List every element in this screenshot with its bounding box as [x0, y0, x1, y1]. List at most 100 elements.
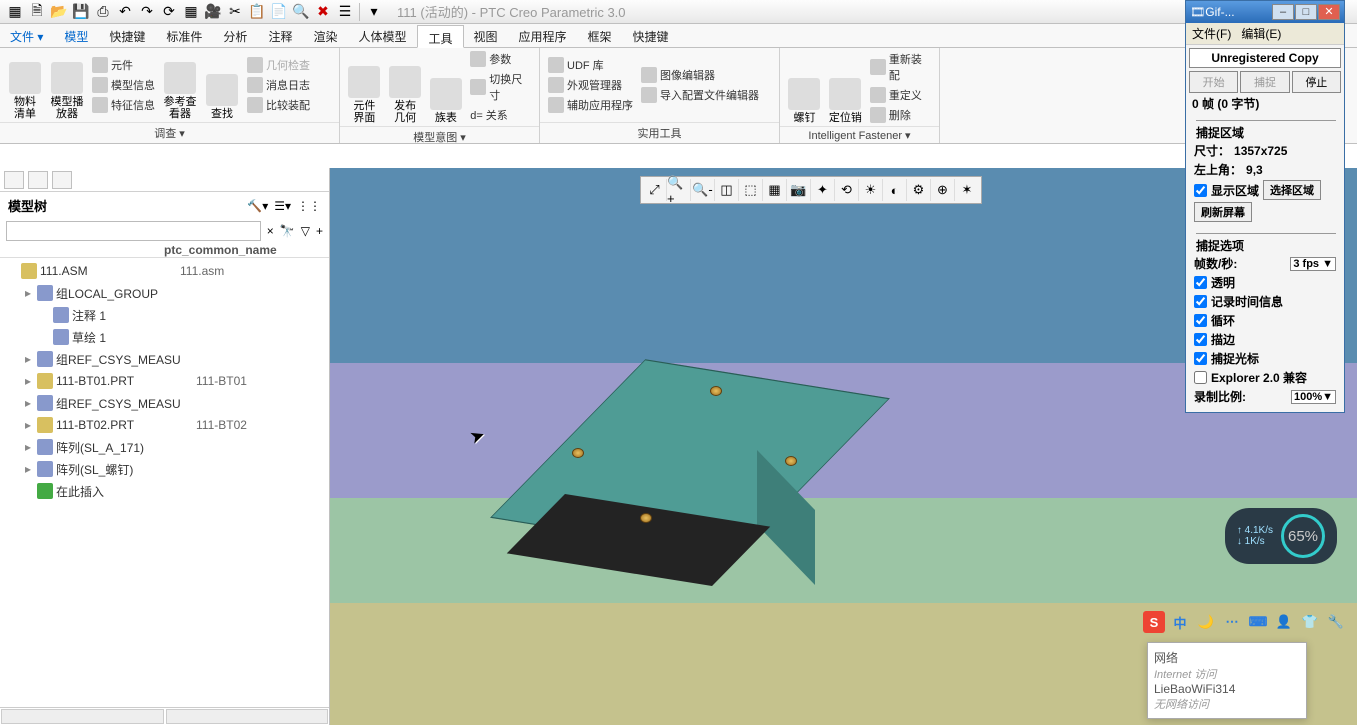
msg-log-button[interactable]: 消息日志: [245, 76, 312, 94]
tree-row[interactable]: 111.ASM111.asm: [0, 260, 329, 282]
ratio-select[interactable]: 100%▼: [1291, 390, 1336, 404]
scrollbar[interactable]: [0, 707, 329, 725]
qat-btn[interactable]: ✖: [313, 2, 333, 22]
tree-row[interactable]: ▸111-BT01.PRT111-BT01: [0, 370, 329, 392]
view-tool-button[interactable]: 🔍-: [691, 179, 715, 201]
refresh-button[interactable]: 刷新屏幕: [1194, 202, 1252, 222]
loop-checkbox[interactable]: [1194, 314, 1207, 327]
tab-模型[interactable]: 模型: [54, 24, 99, 47]
tool-icon[interactable]: ⋮⋮: [297, 199, 321, 213]
gif-titlebar[interactable]: 🎞 Gif-... – □ ✕: [1186, 1, 1344, 23]
ime-button[interactable]: ⋯: [1221, 611, 1243, 633]
qat-btn[interactable]: ⟳: [159, 2, 179, 22]
udf-lib-button[interactable]: UDF 库: [546, 56, 635, 74]
tree-row[interactable]: ▸组REF_CSYS_MEASU: [0, 392, 329, 414]
qat-btn[interactable]: 🗎: [27, 2, 47, 22]
view-tool-button[interactable]: ⟲: [835, 179, 859, 201]
capture-button[interactable]: 捕捉: [1240, 71, 1289, 93]
ribbon-group-label[interactable]: Intelligent Fastener ▾: [780, 126, 939, 144]
tab-框架[interactable]: 框架: [578, 24, 623, 47]
redefine-button[interactable]: 重定义: [868, 86, 933, 104]
stop-button[interactable]: 停止: [1292, 71, 1341, 93]
qat-btn[interactable]: 💾: [71, 2, 91, 22]
delete-button[interactable]: 删除: [868, 106, 933, 124]
tree-row[interactable]: 在此插入: [0, 480, 329, 502]
timeinfo-checkbox[interactable]: [1194, 295, 1207, 308]
tree-row[interactable]: ▸组LOCAL_GROUP: [0, 282, 329, 304]
view-tool-button[interactable]: ⊕: [931, 179, 955, 201]
ribbon-group-label[interactable]: 模型意图 ▾: [340, 126, 539, 147]
model-player-button[interactable]: 模型播放器: [48, 50, 86, 120]
tool-icon[interactable]: 🔨▾: [247, 199, 268, 213]
qat-btn[interactable]: ↶: [115, 2, 135, 22]
tab-渲染[interactable]: 渲染: [303, 24, 348, 47]
stroke-checkbox[interactable]: [1194, 333, 1207, 346]
ref-viewer-button[interactable]: 参考查看器: [161, 50, 199, 120]
view-tool-button[interactable]: ⚙: [907, 179, 931, 201]
ime-button[interactable]: 🌙: [1195, 611, 1217, 633]
tree-search-input[interactable]: [6, 221, 261, 241]
view-tool-button[interactable]: ☀: [859, 179, 883, 201]
view-tool-button[interactable]: ▦: [763, 179, 787, 201]
family-table-button[interactable]: 族表: [427, 50, 464, 124]
view-tool-button[interactable]: ⬚: [739, 179, 763, 201]
fps-select[interactable]: 3 fps ▼: [1290, 257, 1336, 271]
network-meter[interactable]: ↑ 4.1K/s ↓ 1K/s 65%: [1225, 508, 1337, 564]
minimize-button[interactable]: –: [1272, 4, 1294, 20]
filter-icon[interactable]: ▽: [301, 224, 310, 238]
compare-asm-button[interactable]: 比较装配: [245, 96, 312, 114]
ime-button[interactable]: 👤: [1273, 611, 1295, 633]
select-area-button[interactable]: 选择区域: [1263, 180, 1321, 200]
tab-人体模型[interactable]: 人体模型: [348, 24, 417, 47]
qat-btn[interactable]: 📂: [49, 2, 69, 22]
gif-menu-edit[interactable]: 编辑(E): [1241, 25, 1281, 42]
import-config-editor-button[interactable]: 导入配置文件编辑器: [639, 86, 761, 104]
tree-row[interactable]: 草绘 1: [0, 326, 329, 348]
dowel-button[interactable]: 定位销: [827, 50, 864, 124]
view-tool-button[interactable]: 📷: [787, 179, 811, 201]
tab-快捷键[interactable]: 快捷键: [99, 24, 156, 47]
tab-快捷键[interactable]: 快捷键: [623, 24, 680, 47]
ime-button[interactable]: ⌨: [1247, 611, 1269, 633]
tree-row[interactable]: ▸阵列(SL_A_171): [0, 436, 329, 458]
geom-check-button[interactable]: 几何检查: [245, 56, 312, 74]
add-icon[interactable]: +: [316, 224, 323, 238]
ime-button[interactable]: 🔧: [1325, 611, 1347, 633]
reassemble-button[interactable]: 重新装配: [868, 50, 933, 84]
qat-btn[interactable]: ↷: [137, 2, 157, 22]
panel-tab[interactable]: [52, 171, 72, 189]
model-info-button[interactable]: 模型信息: [90, 76, 157, 94]
view-tool-button[interactable]: ✦: [811, 179, 835, 201]
params-button[interactable]: 参数: [468, 50, 533, 68]
find-button[interactable]: 查找: [203, 50, 241, 120]
bom-button[interactable]: 物料清单: [6, 50, 44, 120]
tab-分析[interactable]: 分析: [213, 24, 258, 47]
ime-button[interactable]: 👕: [1299, 611, 1321, 633]
publish-geom-button[interactable]: 发布几何: [387, 50, 424, 124]
ribbon-group-label[interactable]: 调查 ▾: [0, 122, 339, 143]
qat-btn[interactable]: 🔍: [291, 2, 311, 22]
show-area-checkbox[interactable]: [1194, 184, 1207, 197]
start-button[interactable]: 开始: [1189, 71, 1238, 93]
view-tool-button[interactable]: ⤢: [643, 179, 667, 201]
binoculars-icon[interactable]: 🔭: [280, 224, 295, 238]
network-popup[interactable]: 网络 Internet 访问 LieBaoWiFi314 无网络访问: [1147, 642, 1307, 719]
component-button[interactable]: 元件: [90, 56, 157, 74]
ime-button[interactable]: 中: [1169, 611, 1191, 633]
aux-app-button[interactable]: 辅助应用程序: [546, 96, 635, 114]
tab-视图[interactable]: 视图: [464, 24, 509, 47]
qat-dropdown[interactable]: ▾: [364, 2, 384, 22]
panel-tab[interactable]: [4, 171, 24, 189]
view-tool-button[interactable]: ✶: [955, 179, 979, 201]
maximize-button[interactable]: □: [1295, 4, 1317, 20]
model-block[interactable]: [530, 368, 830, 568]
qat-btn[interactable]: ⎙: [93, 2, 113, 22]
relations-button[interactable]: d= 关系: [468, 106, 533, 124]
gif-menu-file[interactable]: 文件(F): [1192, 25, 1231, 42]
search-icon[interactable]: ×: [267, 224, 274, 238]
model-tree[interactable]: 111.ASM111.asm▸组LOCAL_GROUP注释 1草绘 1▸组REF…: [0, 258, 329, 707]
comp-interface-button[interactable]: 元件界面: [346, 50, 383, 124]
image-editor-button[interactable]: 图像编辑器: [639, 66, 761, 84]
qat-btn[interactable]: 📄: [269, 2, 289, 22]
panel-tab[interactable]: [28, 171, 48, 189]
